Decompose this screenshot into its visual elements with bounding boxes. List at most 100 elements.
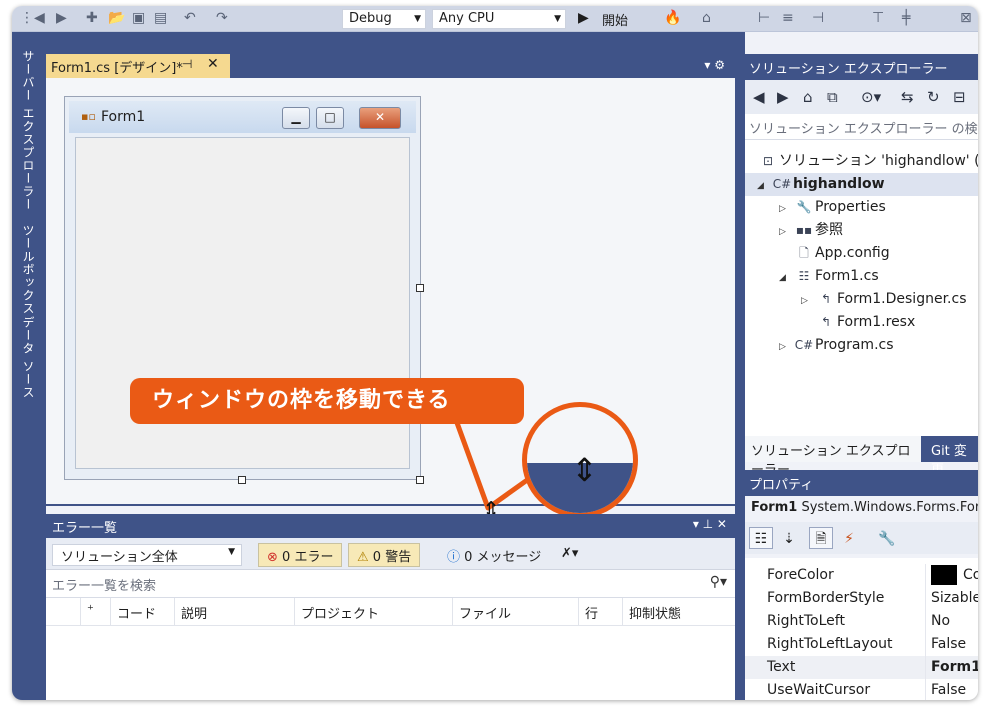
property-row[interactable]: Text Form1	[745, 656, 978, 679]
browser-link-icon[interactable]: ⌂	[702, 10, 711, 26]
property-row[interactable]: RightToLeftLayout False	[745, 633, 978, 656]
collapse-all-icon[interactable]: ⊟	[953, 88, 966, 106]
platform-select[interactable]: Any CPU ▼	[432, 9, 566, 29]
property-value[interactable]: False	[931, 633, 966, 656]
home-icon[interactable]: ⌂	[803, 88, 813, 106]
tab-solution-explorer[interactable]: ソリューション エクスプローラー	[745, 436, 921, 478]
property-pages-icon[interactable]: 🔧	[875, 527, 899, 549]
grip-icon: ⋮	[20, 10, 34, 26]
forward-icon[interactable]: ▶	[777, 88, 789, 106]
error-search-input[interactable]: エラー一覧を検索 ⚲▾	[46, 570, 735, 598]
zoom-magnifier: ⇕	[522, 402, 638, 518]
column-blank	[46, 598, 80, 626]
property-row[interactable]: UseWaitCursor False	[745, 679, 978, 700]
tree-item-form1[interactable]: ◢ ☷ Form1.cs	[779, 265, 879, 288]
tab-data-sources[interactable]: データ ソース	[20, 316, 37, 399]
alphabetical-icon[interactable]: ⇣	[777, 527, 801, 549]
tab-git-changes[interactable]: Git 変更	[925, 436, 978, 478]
property-value[interactable]: False	[931, 679, 966, 700]
collapsed-arrow-icon: ▷	[779, 204, 786, 214]
panel-splitter[interactable]	[735, 32, 745, 700]
build-filter-button[interactable]: ✗▾	[552, 543, 587, 567]
config-select[interactable]: Debug ▼	[342, 9, 426, 29]
tab-form1-design[interactable]: Form1.cs [デザイン]* ⊣ ✕	[46, 54, 230, 78]
align-right-icon[interactable]: ⊣	[812, 10, 824, 26]
config-value: Debug	[349, 11, 392, 26]
sync-icon[interactable]: ⇆	[901, 88, 914, 106]
refresh-icon[interactable]: ↻	[927, 88, 940, 106]
tree-item-form1-resx[interactable]: ↰ Form1.resx	[815, 311, 915, 334]
back-icon[interactable]: ◀	[34, 10, 45, 26]
open-icon[interactable]: 📂	[108, 10, 125, 26]
undo-icon[interactable]: ↶	[184, 10, 196, 26]
forward-icon[interactable]: ▶	[56, 10, 67, 26]
align-middle-icon[interactable]: ╪	[902, 10, 910, 26]
column-line[interactable]: 行	[578, 598, 622, 626]
solution-explorer-tabs: ソリューション エクスプローラー Git 変更	[745, 436, 978, 478]
switch-views-icon[interactable]: ⧉	[827, 88, 838, 106]
column-severity[interactable]: ⁺	[80, 598, 110, 626]
tree-item-project[interactable]: ◢ C# highandlow	[745, 173, 978, 196]
pending-changes-icon[interactable]: ⊙▾	[861, 88, 881, 106]
back-icon[interactable]: ◀	[753, 88, 765, 106]
tree-item-appconfig[interactable]: 🗋 App.config	[793, 242, 890, 265]
errors-filter-button[interactable]: ⊗ 0 エラー	[258, 543, 343, 567]
solution-search-input[interactable]: ソリューション エクスプローラー の検索 (C	[745, 114, 978, 140]
tab-overflow-icon[interactable]: ▾ ⚙	[704, 58, 725, 72]
new-item-icon[interactable]: ✚	[86, 10, 98, 26]
close-icon[interactable]: ✕	[207, 56, 219, 72]
property-row[interactable]: ForeColor Co	[745, 564, 978, 587]
property-row[interactable]: RightToLeft No	[745, 610, 978, 633]
resize-handle-right[interactable]	[416, 284, 424, 292]
resize-cursor-icon: ⇕	[571, 451, 598, 489]
property-value[interactable]: Co	[931, 564, 978, 587]
property-value[interactable]: Form1	[931, 656, 978, 679]
redo-icon[interactable]: ↷	[216, 10, 228, 26]
tree-item-properties[interactable]: ▷ 🔧 Properties	[779, 196, 886, 219]
column-suppression[interactable]: 抑制状態	[622, 598, 735, 626]
save-icon[interactable]: ▣	[132, 10, 145, 26]
layout-icon[interactable]: ⊠	[960, 10, 972, 26]
start-button[interactable]: 開始	[602, 10, 628, 29]
tab-server-explorer[interactable]: サーバー エクスプローラー	[20, 50, 37, 211]
messages-filter-button[interactable]: ⓘ 0 メッセージ	[438, 543, 550, 567]
play-icon[interactable]: ▶	[578, 10, 589, 26]
hot-reload-icon[interactable]: 🔥	[664, 10, 681, 26]
properties-icon[interactable]: 🗎	[809, 527, 833, 549]
align-left-icon[interactable]: ⊢	[758, 10, 770, 26]
tree-label: ソリューション 'highandlow' (1/1	[779, 153, 978, 169]
tree-item-program[interactable]: ▷ C# Program.cs	[779, 334, 894, 357]
properties-object-select[interactable]: Form1 System.Windows.Forms.For	[745, 496, 978, 522]
events-icon[interactable]: ⚡	[837, 527, 861, 549]
wrench-icon: 🔧	[796, 200, 812, 214]
tree-label: Program.cs	[815, 337, 894, 353]
object-name: Form1	[751, 500, 798, 515]
search-icon[interactable]: ⚲▾	[710, 574, 727, 590]
tab-toolbox[interactable]: ツールボックス	[20, 224, 37, 315]
align-top-icon[interactable]: ⊤	[872, 10, 884, 26]
align-center-icon[interactable]: ≡	[782, 10, 794, 26]
tree-label: highandlow	[793, 176, 885, 192]
warnings-filter-button[interactable]: ⚠ 0 警告	[348, 543, 421, 567]
tree-item-references[interactable]: ▷ ▪▪ 参照	[779, 219, 843, 242]
tree-item-solution[interactable]: ⊡ ソリューション 'highandlow' (1/1	[757, 150, 978, 173]
categorized-icon[interactable]: ☷	[749, 527, 773, 549]
panel-pin-icon[interactable]: ▾ ⊥ ✕	[693, 517, 727, 531]
save-all-icon[interactable]: ▤	[154, 10, 167, 26]
column-code[interactable]: コード	[110, 598, 174, 626]
property-value[interactable]: No	[931, 610, 950, 633]
document-tab-well: Form1.cs [デザイン]* ⊣ ✕ ▾ ⚙	[46, 32, 735, 78]
column-file[interactable]: ファイル	[452, 598, 578, 626]
property-row[interactable]: FormBorderStyle Sizable	[745, 587, 978, 610]
tree-label: App.config	[815, 245, 890, 261]
chevron-down-icon: ▼	[228, 547, 235, 557]
messages-count: 0 メッセージ	[464, 550, 542, 565]
column-project[interactable]: プロジェクト	[294, 598, 452, 626]
resize-handle-corner[interactable]	[416, 476, 424, 484]
column-description[interactable]: 説明	[174, 598, 294, 626]
scope-select[interactable]: ソリューション全体 ▼	[52, 544, 242, 566]
resize-handle-bottom[interactable]	[238, 476, 246, 484]
pin-icon[interactable]: ⊣	[182, 57, 192, 71]
tree-item-form1-designer[interactable]: ▷ ↰ Form1.Designer.cs	[801, 288, 967, 311]
property-value[interactable]: Sizable	[931, 587, 978, 610]
